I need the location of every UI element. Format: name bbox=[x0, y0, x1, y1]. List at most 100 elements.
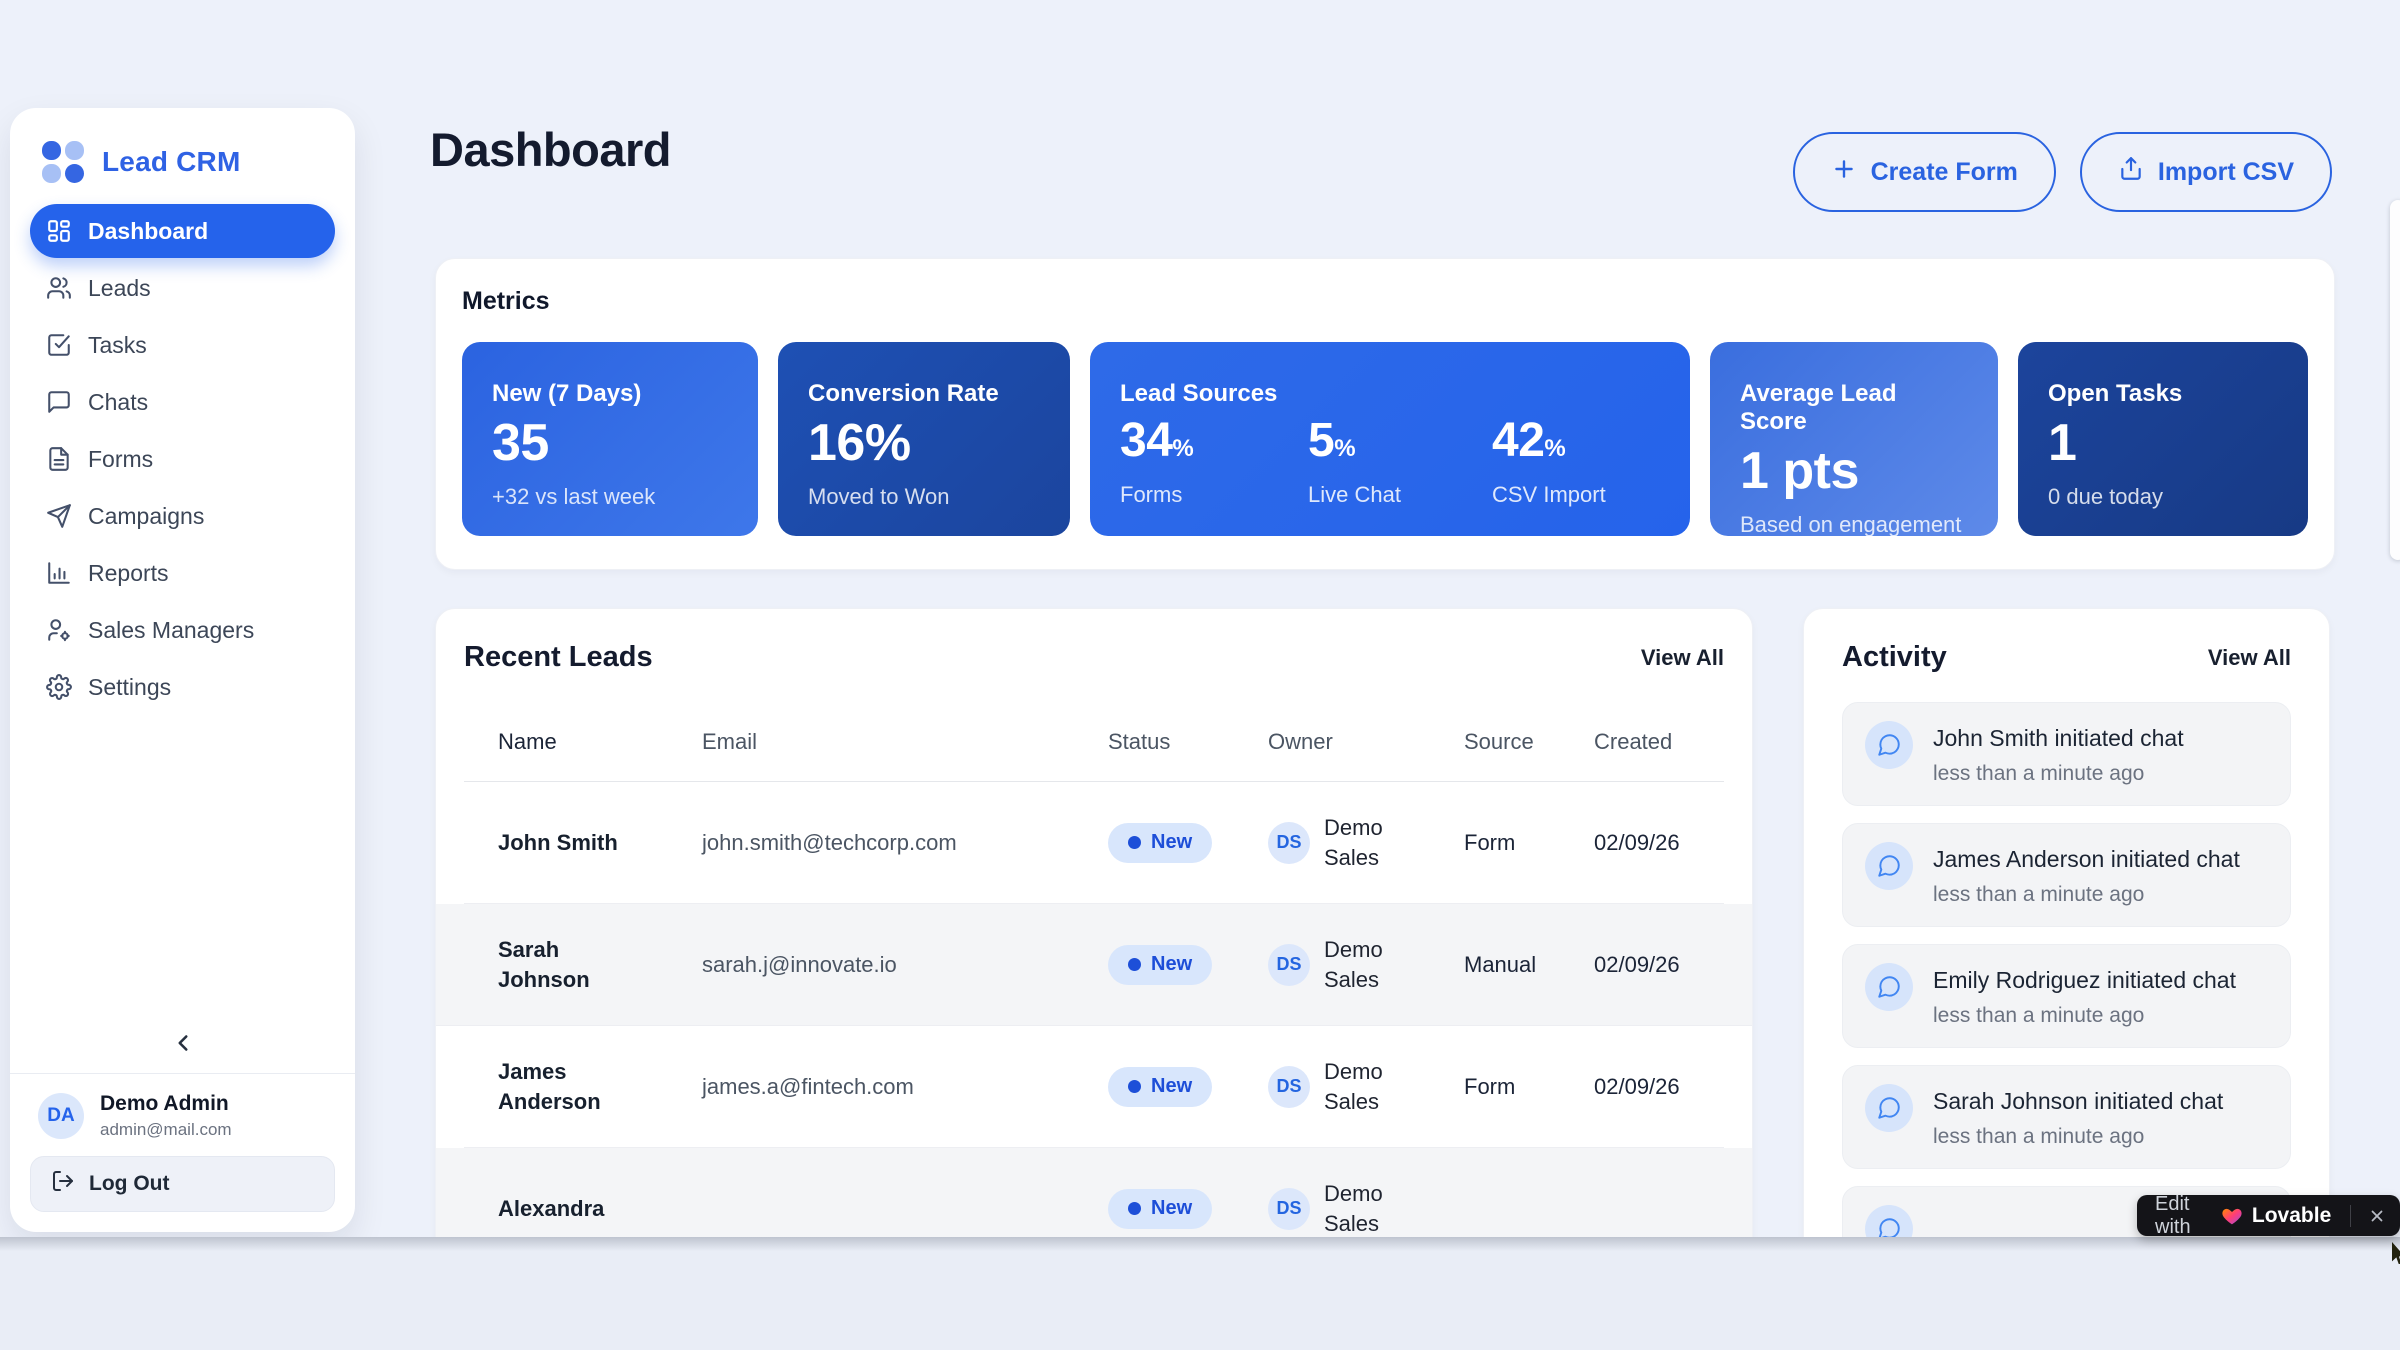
status-badge: New bbox=[1108, 823, 1212, 863]
user-name: Demo Admin bbox=[100, 1092, 232, 1116]
chat-circle-icon bbox=[1865, 963, 1913, 1011]
table-row[interactable]: John Smith john.smith@techcorp.com New D… bbox=[464, 782, 1724, 904]
column-header-name: Name bbox=[464, 729, 702, 781]
metric-label: Conversion Rate bbox=[808, 380, 1040, 408]
task-check-icon bbox=[46, 332, 72, 358]
close-icon[interactable] bbox=[2368, 1207, 2386, 1225]
activity-text: John Smith initiated chat bbox=[1933, 723, 2184, 753]
logout-button[interactable]: Log Out bbox=[30, 1156, 335, 1212]
chat-circle-icon bbox=[1865, 842, 1913, 890]
metric-value: 1 pts bbox=[1740, 442, 1968, 500]
app-logo: Lead CRM bbox=[30, 132, 335, 188]
upload-icon bbox=[2118, 156, 2144, 189]
column-header-status: Status bbox=[1108, 729, 1268, 781]
stat-value: 42 bbox=[1492, 414, 1544, 467]
activity-text: Sarah Johnson initiated chat bbox=[1933, 1086, 2223, 1116]
metric-label: Average Lead Score bbox=[1740, 380, 1968, 436]
table-row[interactable]: Sarah Johnson sarah.j@innovate.io New DS… bbox=[436, 904, 1752, 1026]
stat-label: Live Chat bbox=[1308, 482, 1492, 508]
sidebar-item-campaigns[interactable]: Campaigns bbox=[30, 489, 335, 543]
metric-tiles: New (7 Days) 35 +32 vs last week Convers… bbox=[462, 342, 2308, 536]
document-icon bbox=[46, 446, 72, 472]
avatar: DA bbox=[38, 1093, 84, 1139]
list-item[interactable]: Emily Rodriguez initiated chat less than … bbox=[1842, 944, 2291, 1048]
logout-icon bbox=[51, 1169, 75, 1199]
lead-source-csv-import: 42% CSV Import bbox=[1492, 414, 1660, 508]
metric-open-tasks: Open Tasks 1 0 due today bbox=[2018, 342, 2308, 536]
sidebar: Lead CRM Dashboard Leads Tasks Chats bbox=[10, 108, 355, 1232]
metric-subtext: Based on engagement bbox=[1740, 512, 1968, 538]
nav-label: Tasks bbox=[88, 332, 147, 359]
metric-label: Lead Sources bbox=[1120, 380, 1660, 408]
dashboard-grid-icon bbox=[46, 218, 72, 244]
logout-label: Log Out bbox=[89, 1172, 169, 1196]
activity-panel: Activity View All John Smith initiated c… bbox=[1803, 608, 2330, 1237]
metric-new-7-days: New (7 Days) 35 +32 vs last week bbox=[462, 342, 758, 536]
owner-avatar: DS bbox=[1268, 1188, 1310, 1230]
stat-value: 5 bbox=[1308, 414, 1334, 467]
create-form-button[interactable]: Create Form bbox=[1793, 132, 2056, 212]
logo-mark-icon bbox=[42, 141, 84, 183]
activity-title: Activity bbox=[1842, 641, 1947, 674]
table-row[interactable]: Alexandra New DSDemo Sales bbox=[436, 1148, 1752, 1237]
users-icon bbox=[46, 275, 72, 301]
user-profile[interactable]: DA Demo Admin admin@mail.com bbox=[30, 1074, 335, 1156]
sidebar-item-settings[interactable]: Settings bbox=[30, 660, 335, 714]
recent-leads-title: Recent Leads bbox=[464, 641, 653, 674]
heart-icon bbox=[2221, 1205, 2243, 1227]
lead-created: 02/09/26 bbox=[1594, 830, 1726, 856]
activity-header: Activity View All bbox=[1842, 641, 2291, 674]
sidebar-item-reports[interactable]: Reports bbox=[30, 546, 335, 600]
lead-owner: DS Demo Sales bbox=[1268, 935, 1464, 995]
list-item[interactable]: Sarah Johnson initiated chatless than a … bbox=[1842, 1065, 2291, 1169]
activity-timestamp: less than a minute ago bbox=[1933, 883, 2240, 907]
chat-circle-icon bbox=[1865, 721, 1913, 769]
sidebar-item-dashboard[interactable]: Dashboard bbox=[30, 204, 335, 258]
status-badge: New bbox=[1108, 1189, 1212, 1229]
activity-list: John Smith initiated chat less than a min… bbox=[1842, 702, 2291, 1237]
import-csv-button[interactable]: Import CSV bbox=[2080, 132, 2332, 212]
list-item[interactable]: John Smith initiated chat less than a min… bbox=[1842, 702, 2291, 806]
status-badge: New bbox=[1108, 945, 1212, 985]
list-item[interactable]: James Anderson initiated chatless than a… bbox=[1842, 823, 2291, 927]
activity-timestamp: less than a minute ago bbox=[1933, 1004, 2236, 1028]
activity-view-all-link[interactable]: View All bbox=[2208, 645, 2291, 671]
sidebar-item-leads[interactable]: Leads bbox=[30, 261, 335, 315]
stat-unit: % bbox=[1544, 435, 1565, 462]
sidebar-collapse-button[interactable] bbox=[30, 1021, 335, 1067]
badge-divider bbox=[2350, 1205, 2351, 1227]
sidebar-item-chats[interactable]: Chats bbox=[30, 375, 335, 429]
recent-leads-view-all-link[interactable]: View All bbox=[1641, 645, 1724, 671]
scrollbar-thumb[interactable] bbox=[2390, 200, 2400, 560]
app-viewport: Lead CRM Dashboard Leads Tasks Chats bbox=[0, 0, 2400, 1237]
chevron-left-icon bbox=[170, 1030, 196, 1059]
lead-owner: DSDemo Sales bbox=[1268, 1179, 1464, 1238]
activity-timestamp: less than a minute ago bbox=[1933, 762, 2184, 786]
chat-circle-icon bbox=[1865, 1205, 1913, 1237]
stat-label: CSV Import bbox=[1492, 482, 1660, 508]
metric-lead-sources: Lead Sources 34% Forms 5% Live Chat bbox=[1090, 342, 1690, 536]
activity-text: Emily Rodriguez initiated chat bbox=[1933, 965, 2236, 995]
sidebar-item-forms[interactable]: Forms bbox=[30, 432, 335, 486]
metric-value: 16% bbox=[808, 414, 1040, 472]
status-badge: New bbox=[1108, 1067, 1212, 1107]
lead-email: john.smith@techcorp.com bbox=[702, 830, 1108, 856]
owner-avatar: DS bbox=[1268, 944, 1310, 986]
owner-name: Demo Sales bbox=[1324, 1057, 1396, 1117]
sidebar-spacer bbox=[30, 714, 335, 1021]
lead-name: Sarah Johnson bbox=[498, 935, 628, 995]
metric-label: Open Tasks bbox=[2048, 380, 2278, 408]
sidebar-item-sales-managers[interactable]: Sales Managers bbox=[30, 603, 335, 657]
lovable-badge[interactable]: Edit with Lovable bbox=[2137, 1195, 2400, 1236]
metric-subtext: +32 vs last week bbox=[492, 484, 728, 510]
send-icon bbox=[46, 503, 72, 529]
lead-email: sarah.j@innovate.io bbox=[702, 952, 1108, 978]
lead-owner: DS Demo Sales bbox=[1268, 1057, 1464, 1117]
owner-avatar: DS bbox=[1268, 1066, 1310, 1108]
lead-source: Form bbox=[1464, 1074, 1594, 1100]
sidebar-item-tasks[interactable]: Tasks bbox=[30, 318, 335, 372]
owner-name: Demo Sales bbox=[1324, 935, 1396, 995]
chat-circle-icon bbox=[1865, 1084, 1913, 1132]
table-row[interactable]: James Anderson james.a@fintech.com New D… bbox=[464, 1026, 1724, 1148]
nav-label: Settings bbox=[88, 674, 171, 701]
